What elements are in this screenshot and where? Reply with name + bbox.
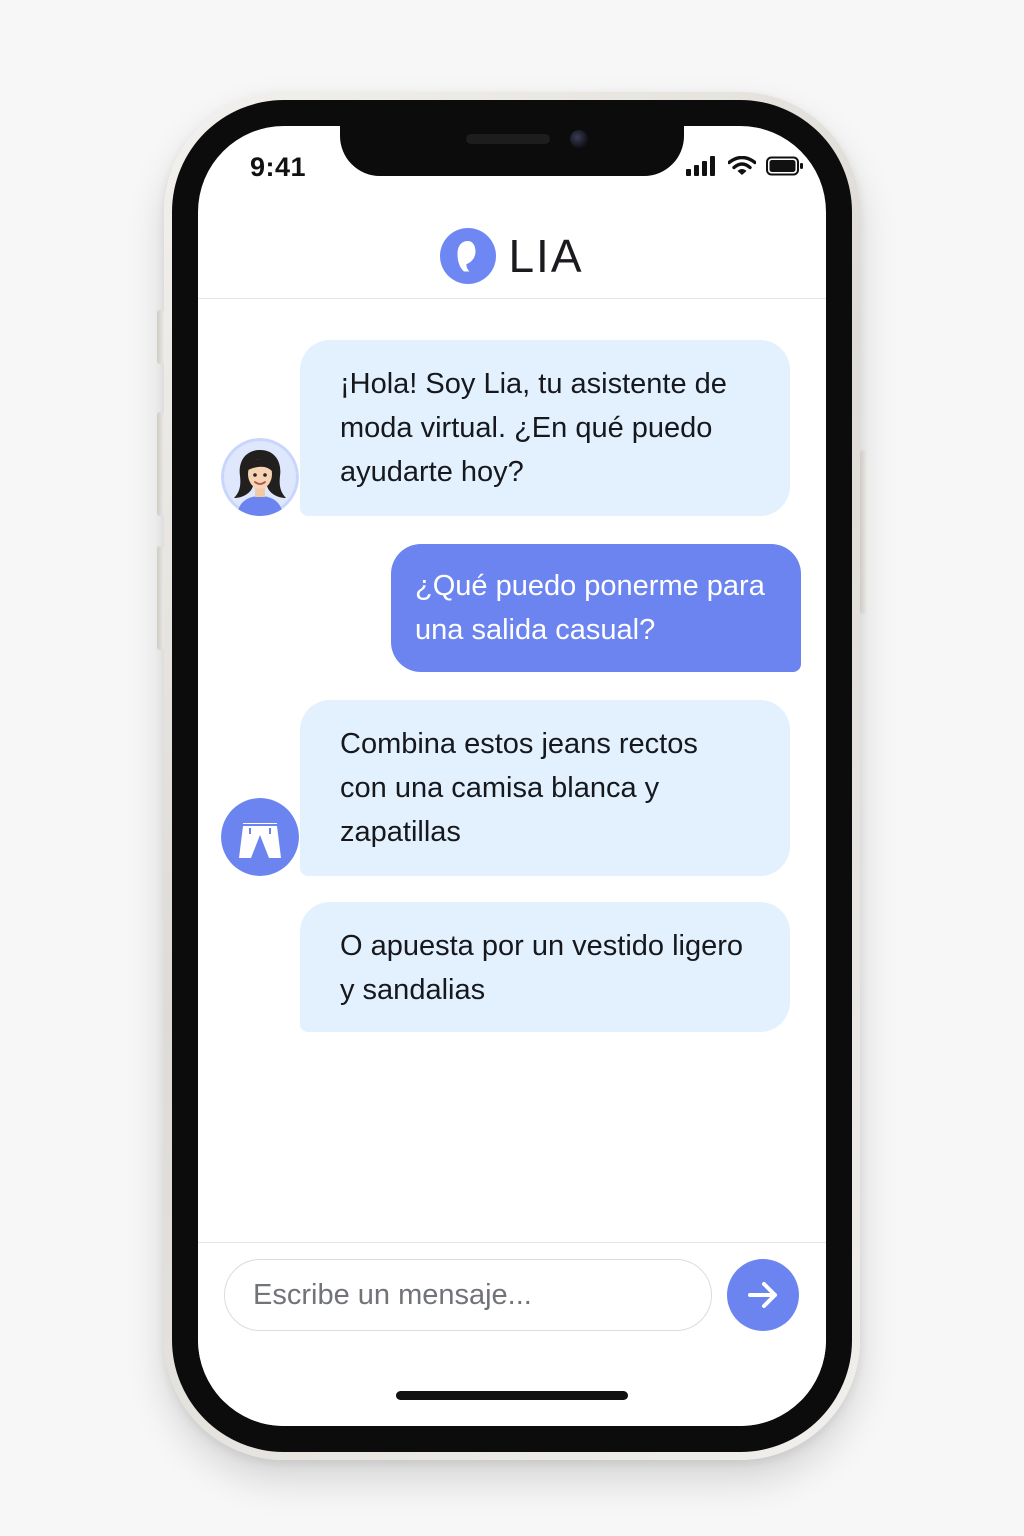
phone-screen: 9:41 LIA ¡Hola! Soy Lia, tu asistente de… [198,126,826,1426]
chat-bubble-user: ¿Qué puedo ponerme para una salida casua… [391,544,801,672]
volume-up-button [157,412,164,516]
silent-switch [157,310,164,364]
battery-icon [766,156,803,176]
status-time: 9:41 [250,152,307,182]
lia-logo-icon [440,228,497,284]
chat-header: LIA [198,214,826,299]
front-camera [570,130,588,148]
wifi-icon [728,156,756,175]
volume-down-button [157,546,164,650]
chat-bubble-bot: ¡Hola! Soy Lia, tu asistente de moda vir… [300,340,790,516]
chat-bubble-bot: Combina estos jeans rectos con una camis… [300,700,790,876]
home-indicator [396,1391,628,1400]
earpiece-speaker [466,134,550,144]
message-input[interactable] [224,1259,712,1331]
jeans-avatar [221,798,299,876]
send-button[interactable] [727,1259,799,1331]
power-button [860,450,867,614]
notch [340,126,684,176]
status-icons [686,156,804,176]
chat-bubble-bot: O apuesta por un vestido ligero y sandal… [300,902,790,1032]
signal-icon [686,156,715,176]
message-composer [198,1242,826,1426]
app-title: LIA [508,230,584,282]
stage: 9:41 LIA ¡Hola! Soy Lia, tu asistente de… [0,0,1024,1536]
arrow-right-icon [748,1282,777,1308]
lia-logo-glyph [457,241,476,272]
assistant-avatar [221,438,299,516]
